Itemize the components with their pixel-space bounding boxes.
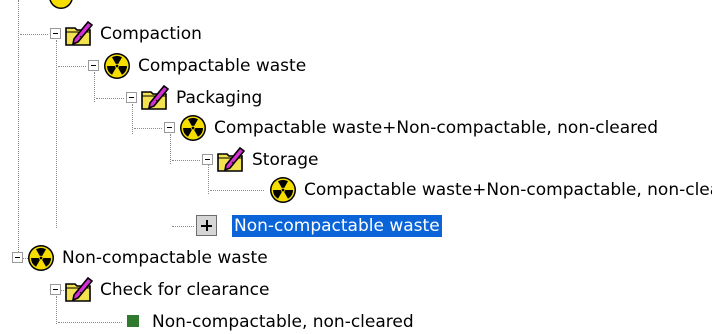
collapse-toggle-icon[interactable] [126, 92, 137, 103]
node-label: Compaction [100, 24, 202, 44]
node-label: Check for clearance [100, 280, 270, 300]
tree-line [96, 98, 124, 99]
node-label: Non-compactable, non-cleared [152, 312, 414, 332]
tree-line [56, 40, 57, 228]
tree-line [134, 128, 162, 129]
tree-node-packaging[interactable]: Packaging [140, 83, 360, 113]
node-label: Non-compactable waste [62, 248, 268, 268]
tree-node-non-cleared[interactable]: Non-compactable, non-cleared [124, 307, 484, 334]
green-square-icon [127, 315, 139, 327]
tree-line [56, 296, 57, 324]
process-folder-icon [65, 20, 94, 46]
tree-line [18, 0, 19, 258]
collapse-toggle-icon[interactable] [50, 284, 61, 295]
radiation-icon [28, 245, 54, 271]
tree-node-check-for-clearance[interactable]: Check for clearance [64, 275, 364, 305]
tree-line [94, 72, 95, 102]
tree-line [58, 322, 122, 323]
radiation-icon [104, 53, 130, 79]
tree-line [208, 164, 209, 194]
node-label: Compactable waste+Non-compactable, non-c… [214, 118, 659, 138]
collapse-toggle-icon[interactable] [202, 154, 213, 165]
tree-view[interactable]: Compaction Compactable waste Packaging C… [0, 0, 712, 334]
radiation-icon [180, 115, 206, 141]
radiation-icon [270, 177, 296, 203]
tree-node-combined-waste[interactable]: Compactable waste+Non-compactable, non-c… [178, 113, 712, 143]
tree-node-non-compactable-selected[interactable]: Non-compactable waste [196, 211, 496, 241]
tree-node-non-compactable-waste[interactable]: Non-compactable waste [26, 243, 346, 273]
tree-node-storage[interactable]: Storage [216, 145, 416, 175]
plus-box-icon [196, 215, 217, 236]
process-folder-icon [65, 276, 94, 302]
node-label: Storage [252, 150, 319, 170]
node-label: Non-compactable waste [232, 215, 442, 237]
node-label: Packaging [176, 88, 263, 108]
tree-node-compaction[interactable]: Compaction [64, 19, 284, 49]
tree-line [20, 34, 48, 35]
tree-line [132, 104, 133, 134]
tree-node-compactable-waste[interactable]: Compactable waste [102, 51, 402, 81]
radiation-icon [49, 0, 73, 9]
collapse-toggle-icon[interactable] [164, 122, 175, 133]
process-folder-icon [217, 146, 246, 172]
tree-line [210, 190, 264, 191]
collapse-toggle-icon[interactable] [12, 252, 23, 263]
process-folder-icon [141, 84, 170, 110]
node-label: Compactable waste [138, 56, 307, 76]
tree-node-stored-waste[interactable]: Compactable waste+Non-compactable, non-c… [268, 175, 712, 205]
tree-node[interactable] [46, 0, 76, 12]
tree-line [172, 160, 200, 161]
tree-line [172, 226, 194, 227]
collapse-toggle-icon[interactable] [50, 28, 61, 39]
collapse-toggle-icon[interactable] [88, 60, 99, 71]
tree-line [58, 66, 86, 67]
node-label: Compactable waste+Non-compactable, non-c… [304, 180, 712, 200]
tree-line [170, 134, 171, 164]
